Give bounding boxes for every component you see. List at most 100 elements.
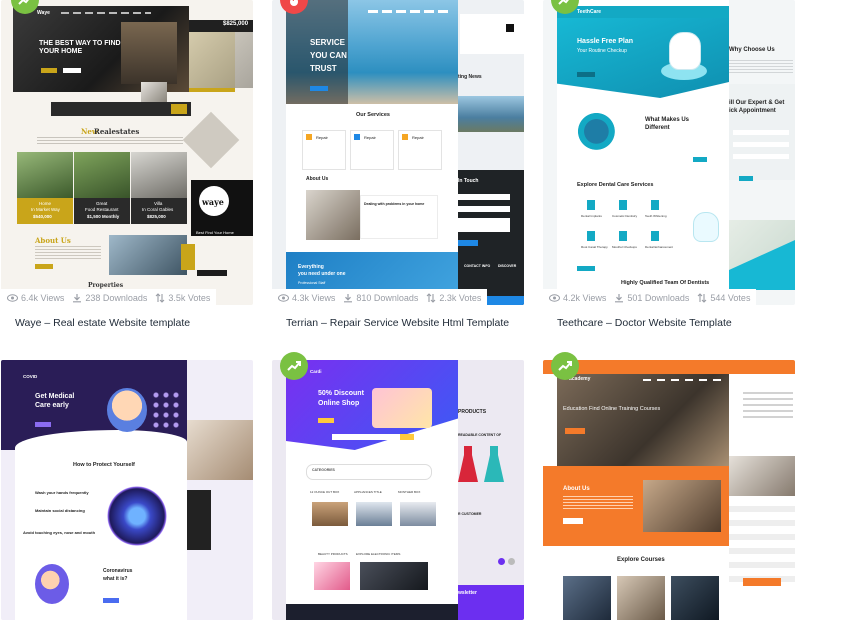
preview-categories: CATEGORIES <box>312 468 335 472</box>
preview-dealing: Dealing with problems in your home <box>364 202 425 206</box>
preview-hero-button-2 <box>63 68 81 73</box>
preview-about-heading: About Us <box>306 176 329 182</box>
votes-stat: 2.3k Votes <box>426 293 481 303</box>
views-stat: 4.2k Views <box>549 293 606 303</box>
preview-hero-photo <box>189 32 253 88</box>
template-preview-waye[interactable]: $825,000 Waye THE BEST WAY TO FIND YOUR … <box>1 0 253 305</box>
template-preview-academy[interactable]: academy Education Find Online Training C… <box>543 360 795 620</box>
preview-cat-img-2 <box>356 502 392 526</box>
preview-card-price-1: $540,000 <box>33 214 52 219</box>
preview-svc-icons <box>587 200 671 210</box>
preview-virus-dots <box>151 390 179 430</box>
preview-logo-word: waye <box>202 197 224 207</box>
downloads-stat: 810 Downloads <box>343 293 418 303</box>
votes-stat: 544 Votes <box>697 293 750 303</box>
preview-service-icon-2 <box>354 134 360 140</box>
preview-form-line-1 <box>733 130 789 135</box>
template-preview-shop[interactable]: Cardi 50% Discount Online Shop CATEGORIE… <box>272 360 524 620</box>
template-preview-teethcare[interactable]: TeethCare Hassle Free Plan Your Routine … <box>543 0 795 305</box>
preview-hero-line2: YOU CAN <box>310 51 347 60</box>
preview-course-3 <box>671 576 719 620</box>
preview-card-sub-3: In Coral Gables <box>142 207 174 212</box>
preview-why-choose: Why Choose Us <box>729 47 775 53</box>
preview-makes-line1: What Makes Us <box>645 117 690 123</box>
template-card-terrian[interactable]: SERVICE YOU CAN TRUST Our Services Repai… <box>272 0 524 335</box>
template-stats: 4.2k Views 501 Downloads 544 Votes <box>543 289 757 307</box>
preview-beauty-img <box>314 562 350 590</box>
preview-hero-line1: SERVICE <box>310 38 345 47</box>
trending-icon <box>558 0 569 5</box>
preview-side-text <box>729 60 793 74</box>
preview-contact-panel <box>458 170 524 305</box>
preview-brand: Cardi <box>310 369 322 374</box>
preview-search-btn <box>171 104 187 114</box>
template-card-waye[interactable]: $825,000 Waye THE BEST WAY TO FIND YOUR … <box>1 0 253 335</box>
preview-cat-img-3 <box>400 502 436 526</box>
preview-properties-heading: Properties <box>88 282 124 289</box>
preview-service-label-2: Repair <box>364 135 376 140</box>
preview-about-text <box>35 246 101 260</box>
preview-about-photo <box>643 480 721 532</box>
downloads-stat: 238 Downloads <box>72 293 147 303</box>
preview-svc-3: Teeth Whitening <box>645 214 667 218</box>
template-preview-covid[interactable]: COVID Get Medical Care early How to Prot… <box>1 360 253 620</box>
preview-service-label-3: Repair <box>412 135 424 140</box>
preview-card-name-2: Great <box>96 201 108 206</box>
template-title[interactable]: Terrian – Repair Service Website Html Te… <box>286 317 509 329</box>
template-card-teethcare[interactable]: TeethCare Hassle Free Plan Your Routine … <box>543 0 795 335</box>
views-stat: 6.4k Views <box>7 293 64 303</box>
preview-tip-2: Maintain social distancing <box>35 508 85 513</box>
preview-text-lines <box>37 137 183 145</box>
downloads-count: 501 Downloads <box>627 293 690 303</box>
preview-price-tag: $825,000 <box>223 21 249 27</box>
preview-course-1 <box>563 576 611 620</box>
template-stats: 4.3k Views 810 Downloads 2.3k Votes <box>272 289 488 307</box>
preview-about-yellow <box>181 244 195 270</box>
views-count: 4.2k Views <box>563 293 607 303</box>
preview-svc-6: Dental Enhancement <box>645 245 674 249</box>
preview-cat-img-1 <box>312 502 348 526</box>
trending-badge <box>280 352 308 380</box>
preview-svc-2: Cosmetic Dentistry <box>612 214 638 218</box>
preview-hero-btn <box>577 72 595 77</box>
preview-hero-illus <box>372 388 432 428</box>
preview-contact-input-1 <box>458 194 510 200</box>
preview-banner-line2: you need under one <box>298 271 346 277</box>
preview-customers: R CUSTOMER <box>458 512 482 516</box>
preview-nav-bar <box>61 12 151 14</box>
template-title[interactable]: Teethcare – Doctor Website Template <box>557 317 732 329</box>
preview-heading-b: Realestates <box>94 127 140 136</box>
preview-big-tooth <box>693 212 719 242</box>
preview-cat-1: 12 OUNCE OUT BOX <box>310 490 340 494</box>
preview-hero <box>557 18 729 98</box>
preview-beauty: BEAUTY PRODUCTS <box>318 552 348 556</box>
preview-brand: COVID <box>23 374 38 379</box>
preview-promo: Best Find Your Home <box>196 230 234 235</box>
preview-discover: DISCOVER <box>498 264 517 268</box>
views-stat: 4.3k Views <box>278 293 335 303</box>
preview-corona-line2: what it is? <box>103 576 128 582</box>
preview-doctor-illustration <box>573 108 625 160</box>
preview-newsletter: wsletter <box>458 590 477 596</box>
template-card-academy[interactable]: academy Education Find Online Training C… <box>543 352 795 620</box>
template-title[interactable]: Waye – Real estate Website template <box>15 317 190 329</box>
preview-tip-1: Wash your hands frequently <box>35 490 89 495</box>
template-card-covid[interactable]: COVID Get Medical Care early How to Prot… <box>1 360 253 620</box>
preview-about-btn <box>563 518 583 524</box>
preview-svc-5: Mouthul Checkups <box>612 245 637 249</box>
votes-icon <box>156 293 165 303</box>
downloads-count: 238 Downloads <box>85 293 148 303</box>
preview-makes-line2: Different <box>645 125 670 131</box>
votes-stat: 3.5k Votes <box>155 293 210 303</box>
preview-electronics: EXPLORE ELECTRONIC ITEMS <box>356 552 401 556</box>
downloads-count: 810 Downloads <box>356 293 419 303</box>
template-card-shop[interactable]: Cardi 50% Discount Online Shop CATEGORIE… <box>272 352 524 620</box>
download-icon <box>73 294 82 303</box>
preview-top-orange <box>543 360 795 374</box>
preview-elec-img <box>360 562 428 590</box>
preview-service-icon-1 <box>306 134 312 140</box>
template-preview-terrian[interactable]: SERVICE YOU CAN TRUST Our Services Repai… <box>272 0 524 305</box>
preview-service-label-1: Repair <box>316 135 328 140</box>
preview-cartoon <box>35 564 69 604</box>
preview-hero-btn <box>318 418 334 423</box>
